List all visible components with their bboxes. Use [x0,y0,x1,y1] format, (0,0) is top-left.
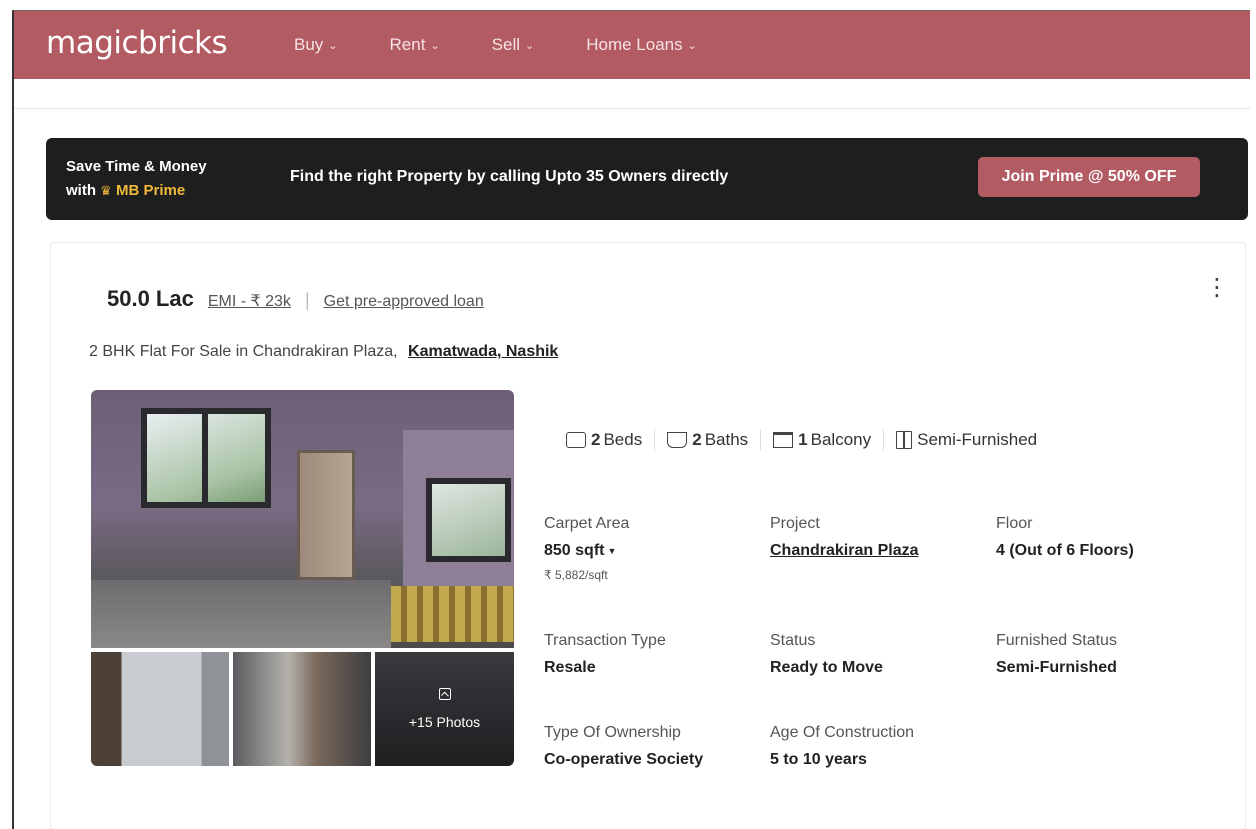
ownership-type-label: Type Of Ownership [544,724,681,741]
floor-label: Floor [996,515,1033,532]
photo-thumbnail[interactable] [233,652,371,766]
transaction-type-label: Transaction Type [544,632,666,649]
carpet-area-value-text: 850 sqft [544,542,605,559]
more-photos-thumbnail[interactable]: +15 Photos [375,652,514,766]
photo-bench [391,586,514,642]
nav-home-loans[interactable]: Home Loans ⌄ [586,35,697,55]
ownership-type: Type Of Ownership Co-operative Society [544,724,769,769]
balcony-info: 1 Balcony [773,430,871,450]
price-per-sqft: ₹ 5,882/sqft [544,568,608,582]
nav-sell-label: Sell [491,35,521,54]
amenities-row: 2 Beds 2 Baths 1 Balcony Semi-Furnished [566,429,1037,451]
floor: Floor 4 (Out of 6 Floors) [996,515,1221,560]
beds-info: 2 Beds [566,430,642,450]
transaction-type-value: Resale [544,659,596,676]
ownership-type-value: Co-operative Society [544,751,704,768]
furnishing-info: Semi-Furnished [896,430,1037,450]
furnished-status: Furnished Status Semi-Furnished [996,632,1221,677]
listing-title-text: 2 BHK Flat For Sale in Chandrakiran Plaz… [89,343,398,360]
image-icon [438,688,451,700]
divider [654,429,656,451]
balcony-icon [773,432,794,448]
baths-count: 2 [692,430,702,449]
nav-sell[interactable]: Sell ⌄ [492,35,535,55]
main-property-photo[interactable] [91,390,514,648]
nav-buy[interactable]: Buy ⌄ [294,35,338,55]
furnishing-label: Semi-Furnished [917,430,1038,449]
floor-value: 4 (Out of 6 Floors) [996,542,1134,559]
prime-message: Find the right Property by calling Upto … [290,168,729,185]
price-row: 50.0 Lac EMI - ₹ 23k | Get pre-approved … [107,286,484,312]
prime-tagline: Save Time & Money with ♛ MB Prime [66,155,207,203]
photo-door [297,450,355,580]
furnishing-icon [896,431,913,449]
divider [883,429,885,451]
pre-approved-loan-link[interactable]: Get pre-approved loan [324,293,484,311]
status-label: Status [770,632,816,649]
divider [760,429,762,451]
more-photos-overlay: +15 Photos [375,652,514,766]
nav-home-loans-label: Home Loans [586,35,683,54]
project: Project Chandrakiran Plaza [770,515,995,560]
chevron-down-icon: ⌄ [430,39,440,52]
construction-age-label: Age Of Construction [770,724,915,741]
status-value: Ready to Move [770,659,883,676]
divider: | [304,290,310,310]
photo-window [141,408,271,508]
beds-count: 2 [591,430,601,449]
magicbricks-logo[interactable]: magicbricks [46,25,228,61]
photo-floor [91,580,391,648]
main-nav: Buy ⌄ Rent ⌄ Sell ⌄ Home Loans ⌄ [294,35,749,55]
carpet-area-label: Carpet Area [544,515,630,532]
prime-banner: Save Time & Money with ♛ MB Prime Find t… [46,138,1248,220]
prime-tagline-with: with [66,182,96,199]
furnished-status-label: Furnished Status [996,632,1117,649]
photo-gallery[interactable]: +15 Photos [91,390,514,766]
baths-label: Baths [704,430,749,449]
more-photos-label: +15 Photos [408,714,481,730]
top-nav-bar: magicbricks Buy ⌄ Rent ⌄ Sell ⌄ Home Loa… [14,11,1250,79]
prime-tagline-line2: with ♛ MB Prime [66,179,207,203]
caret-down-icon: ▼ [607,545,617,556]
carpet-area-value[interactable]: 850 sqft ▼ [544,542,769,560]
prime-tagline-line1: Save Time & Money [66,158,207,175]
crown-icon: ♛ [100,183,112,198]
join-prime-button[interactable]: Join Prime @ 50% OFF [978,157,1200,197]
construction-age-value: 5 to 10 years [770,751,867,768]
status: Status Ready to Move [770,632,995,677]
carpet-area: Carpet Area 850 sqft ▼ ₹ 5,882/sqft [544,515,769,582]
mb-prime-label: MB Prime [116,182,186,199]
bath-icon [667,432,688,448]
page-frame: magicbricks Buy ⌄ Rent ⌄ Sell ⌄ Home Loa… [12,10,1250,829]
bed-icon [566,432,586,448]
sub-header-strip [14,79,1250,109]
nav-buy-label: Buy [294,35,324,54]
emi-link[interactable]: EMI - ₹ 23k [208,291,291,311]
baths-info: 2 Baths [667,430,748,450]
locality-link[interactable]: Kamatwada, Nashik [408,343,558,360]
listing-card[interactable]: 50.0 Lac EMI - ₹ 23k | Get pre-approved … [50,242,1246,829]
project-link[interactable]: Chandrakiran Plaza [770,542,995,560]
transaction-type: Transaction Type Resale [544,632,769,677]
photo-thumbnail[interactable] [91,652,229,766]
photo-thumbnails: +15 Photos [91,652,514,766]
chevron-down-icon: ⌄ [328,39,338,52]
nav-rent-label: Rent [389,35,426,54]
chevron-down-icon: ⌄ [687,39,697,52]
furnished-status-value: Semi-Furnished [996,659,1117,676]
nav-rent[interactable]: Rent ⌄ [390,35,440,55]
chevron-down-icon: ⌄ [525,39,535,52]
beds-label: Beds [603,430,643,449]
listing-title: 2 BHK Flat For Sale in Chandrakiran Plaz… [89,343,558,361]
project-label: Project [770,515,820,532]
balcony-label: Balcony [810,430,872,449]
listing-price: 50.0 Lac [107,286,194,311]
construction-age: Age Of Construction 5 to 10 years [770,724,995,769]
photo-window-right [426,478,511,562]
more-options-icon[interactable]: ⋮ [1205,276,1229,300]
balcony-count: 1 [798,430,808,449]
